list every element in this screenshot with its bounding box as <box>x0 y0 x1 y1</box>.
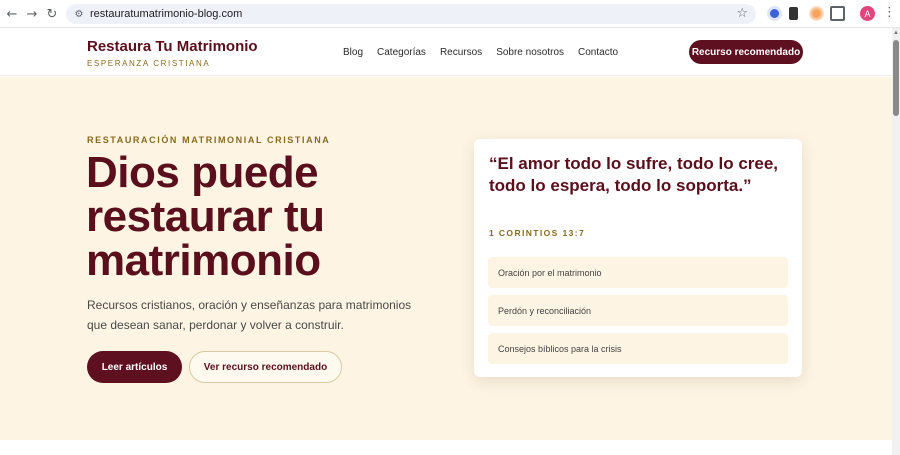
recommended-resource-button[interactable]: Recurso recomendado <box>689 40 803 64</box>
extension-icon[interactable] <box>809 6 824 21</box>
bookmark-star-icon[interactable]: ☆ <box>736 6 748 21</box>
hero-eyebrow: RESTAURACIÓN MATRIMONIAL CRISTIANA <box>87 135 331 145</box>
reload-icon[interactable]: ↻ <box>43 5 61 23</box>
next-section <box>0 440 892 455</box>
extensions-puzzle-icon[interactable] <box>830 6 845 21</box>
hero-headline: Dios puede restaurar tu matrimonio <box>86 148 325 285</box>
view-recommended-resource-button[interactable]: Ver recurso recomendado <box>189 351 342 383</box>
bible-quote: “El amor todo lo sufre, todo lo cree, to… <box>489 154 779 195</box>
hero-section: RESTAURACIÓN MATRIMONIAL CRISTIANA Dios … <box>0 77 892 440</box>
nav-contacto[interactable]: Contacto <box>578 47 618 58</box>
profile-avatar[interactable]: A <box>860 6 875 21</box>
browser-menu-icon[interactable]: ⋮ <box>883 5 896 20</box>
forward-icon[interactable]: → <box>23 5 41 23</box>
scrollbar-thumb[interactable] <box>893 40 899 116</box>
site-info-icon[interactable]: ⚙ <box>72 7 86 21</box>
extension-icon[interactable] <box>767 6 782 21</box>
page-scrollbar[interactable]: ▲ <box>892 28 900 455</box>
back-icon[interactable]: ← <box>3 5 21 23</box>
brand-name[interactable]: Restaura Tu Matrimonio <box>87 38 258 55</box>
hero-lead: Recursos cristianos, oración y enseñanza… <box>87 298 412 332</box>
topic-item[interactable]: Oración por el matrimonio <box>488 257 788 288</box>
brand-tagline: ESPERANZA CRISTIANA <box>87 59 211 68</box>
scroll-up-arrow-icon[interactable]: ▲ <box>893 30 899 36</box>
read-articles-button[interactable]: Leer artículos <box>87 351 182 383</box>
nav-sobre-nosotros[interactable]: Sobre nosotros <box>496 47 564 58</box>
nav-recursos[interactable]: Recursos <box>440 47 482 58</box>
browser-toolbar: ← → ↻ ⚙ restauratumatrimonio-blog.com ☆ … <box>0 0 900 28</box>
site-header: Restaura Tu Matrimonio ESPERANZA CRISTIA… <box>0 28 892 76</box>
address-bar[interactable]: ⚙ restauratumatrimonio-blog.com ☆ <box>66 4 756 24</box>
url-text[interactable]: restauratumatrimonio-blog.com <box>90 8 242 20</box>
nav-blog[interactable]: Blog <box>343 47 363 58</box>
bible-reference: 1 CORINTIOS 13:7 <box>489 228 586 238</box>
extension-icon[interactable] <box>789 7 798 20</box>
nav-categorias[interactable]: Categorías <box>377 47 426 58</box>
topic-item[interactable]: Consejos bíblicos para la crisis <box>488 333 788 364</box>
main-nav: Blog Categorías Recursos Sobre nosotros … <box>343 47 618 58</box>
quote-card: “El amor todo lo sufre, todo lo cree, to… <box>474 139 802 377</box>
topic-item[interactable]: Perdón y reconciliación <box>488 295 788 326</box>
